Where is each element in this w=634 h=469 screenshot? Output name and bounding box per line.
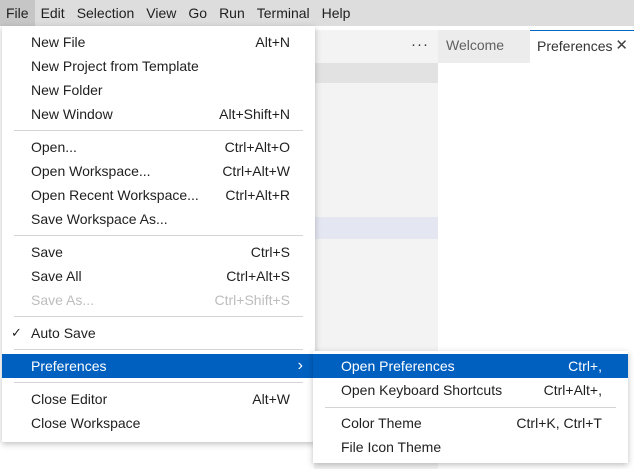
menu-separator	[14, 316, 303, 317]
menu-item-label: File Icon Theme	[341, 439, 442, 455]
tab-welcome-label: Welcome	[446, 37, 505, 53]
menu-item-label: New File	[31, 34, 86, 50]
menu-separator	[14, 235, 303, 236]
menu-item-close-editor[interactable]: Close Editor Alt+W	[2, 387, 315, 411]
menu-item-open-preferences[interactable]: Open Preferences Ctrl+,	[313, 354, 628, 378]
file-menu: New File Alt+N New Project from Template…	[2, 26, 315, 442]
chevron-right-icon: ›	[297, 357, 303, 374]
menu-item-shortcut: Alt+N	[255, 34, 290, 50]
menu-item-shortcut: Ctrl+Alt+O	[224, 139, 290, 155]
menu-item-label: Open Preferences	[341, 358, 455, 374]
menu-edit[interactable]: Edit	[35, 0, 71, 26]
menu-item-label: Auto Save	[31, 325, 96, 341]
menu-item-label: Open...	[31, 139, 77, 155]
tab-welcome[interactable]: Welcome	[438, 30, 530, 63]
menu-item-shortcut: Ctrl+K, Ctrl+T	[516, 415, 602, 431]
checkmark-icon: ✓	[11, 325, 22, 340]
side-panel-header	[314, 63, 438, 83]
menu-item-shortcut: Ctrl+S	[250, 244, 290, 260]
menu-item-shortcut: Ctrl+Shift+S	[214, 292, 290, 308]
menu-separator	[14, 130, 303, 131]
menu-item-save[interactable]: Save Ctrl+S	[2, 240, 315, 264]
menu-item-label: New Window	[31, 106, 113, 122]
editor-tab-bar: Welcome Preferences ✕	[438, 30, 634, 63]
menu-item-new-project-from-template[interactable]: New Project from Template	[2, 54, 315, 78]
menu-terminal[interactable]: Terminal	[251, 0, 316, 26]
menu-item-label: Open Keyboard Shortcuts	[341, 382, 503, 398]
menu-separator	[14, 382, 303, 383]
menu-item-label: Save	[31, 244, 63, 260]
menu-view[interactable]: View	[140, 0, 182, 26]
menu-help[interactable]: Help	[316, 0, 357, 26]
menu-item-shortcut: Alt+W	[252, 391, 290, 407]
menu-item-label: Save Workspace As...	[31, 211, 168, 227]
menu-separator	[14, 349, 303, 350]
close-icon[interactable]: ✕	[615, 31, 628, 61]
menu-item-new-folder[interactable]: New Folder	[2, 78, 315, 102]
menu-item-shortcut: Alt+Shift+N	[219, 106, 290, 122]
menu-item-label: Color Theme	[341, 415, 422, 431]
menu-item-open[interactable]: Open... Ctrl+Alt+O	[2, 135, 315, 159]
menu-item-save-workspace-as[interactable]: Save Workspace As...	[2, 207, 315, 231]
menu-item-new-file[interactable]: New File Alt+N	[2, 30, 315, 54]
menu-separator	[325, 407, 616, 408]
menu-item-open-keyboard-shortcuts[interactable]: Open Keyboard Shortcuts Ctrl+Alt+,	[313, 378, 628, 402]
menu-run[interactable]: Run	[213, 0, 251, 26]
menu-file[interactable]: File	[0, 0, 35, 26]
menu-item-label: Save All	[31, 268, 82, 284]
menu-item-label: New Folder	[31, 82, 103, 98]
menu-item-label: Open Workspace...	[31, 163, 151, 179]
menu-item-label: Close Workspace	[31, 415, 141, 431]
menu-item-new-window[interactable]: New Window Alt+Shift+N	[2, 102, 315, 126]
menu-item-close-workspace[interactable]: Close Workspace	[2, 411, 315, 435]
menu-item-label: New Project from Template	[31, 58, 199, 74]
more-actions-icon[interactable]: ···	[410, 34, 430, 56]
menu-item-file-icon-theme[interactable]: File Icon Theme	[313, 435, 628, 459]
menu-item-shortcut: Ctrl+Alt+,	[543, 382, 602, 398]
menu-item-label: Open Recent Workspace...	[31, 187, 199, 203]
menu-item-open-workspace[interactable]: Open Workspace... Ctrl+Alt+W	[2, 159, 315, 183]
menubar: File Edit Selection View Go Run Terminal…	[0, 0, 634, 26]
preferences-submenu: Open Preferences Ctrl+, Open Keyboard Sh…	[313, 351, 628, 463]
menu-item-save-as: Save As... Ctrl+Shift+S	[2, 288, 315, 312]
menu-item-shortcut: Ctrl+Alt+S	[226, 268, 290, 284]
menu-item-label: Close Editor	[31, 391, 108, 407]
menu-go[interactable]: Go	[182, 0, 213, 26]
menu-item-shortcut: Ctrl+Alt+R	[225, 187, 290, 203]
menu-item-shortcut: Ctrl+,	[568, 358, 602, 374]
tab-preferences-label: Preferences	[537, 38, 613, 54]
menu-item-auto-save[interactable]: ✓ Auto Save	[2, 321, 315, 345]
tab-preferences[interactable]: Preferences ✕	[530, 30, 634, 63]
menu-item-preferences[interactable]: Preferences ›	[2, 354, 315, 378]
menu-item-color-theme[interactable]: Color Theme Ctrl+K, Ctrl+T	[313, 411, 628, 435]
menu-item-shortcut: Ctrl+Alt+W	[222, 163, 290, 179]
menu-item-label: Save As...	[31, 292, 95, 308]
menu-selection[interactable]: Selection	[71, 0, 141, 26]
menu-item-save-all[interactable]: Save All Ctrl+Alt+S	[2, 264, 315, 288]
menu-item-open-recent-workspace[interactable]: Open Recent Workspace... Ctrl+Alt+R	[2, 183, 315, 207]
menu-item-label: Preferences	[31, 358, 107, 374]
selected-tree-row[interactable]	[314, 217, 438, 239]
